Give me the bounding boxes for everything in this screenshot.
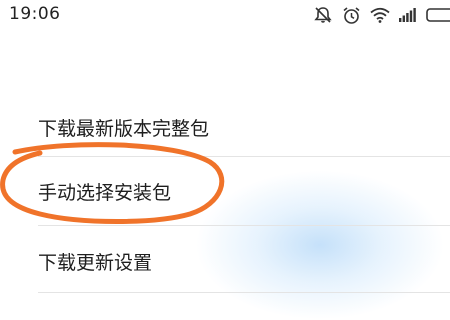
signal-icon (399, 8, 417, 22)
menu-item-download-full-package[interactable]: 下载最新版本完整包 (0, 96, 450, 162)
divider (38, 292, 450, 293)
alarm-icon (342, 6, 361, 25)
battery-icon (426, 8, 450, 22)
menu-item-label: 下载最新版本完整包 (38, 118, 210, 140)
status-bar: 19:06 (0, 0, 450, 30)
menu-item-label: 手动选择安装包 (38, 182, 172, 204)
status-icons (304, 5, 450, 25)
status-time: 19:06 (9, 4, 61, 24)
mute-icon (313, 6, 333, 24)
divider (38, 156, 450, 157)
menu-item-manual-select-package[interactable]: 手动选择安装包 (0, 158, 450, 224)
menu-item-update-settings[interactable]: 下载更新设置 (0, 227, 450, 293)
menu-item-label: 下载更新设置 (38, 252, 153, 274)
wifi-icon (370, 7, 390, 23)
divider (38, 225, 450, 226)
